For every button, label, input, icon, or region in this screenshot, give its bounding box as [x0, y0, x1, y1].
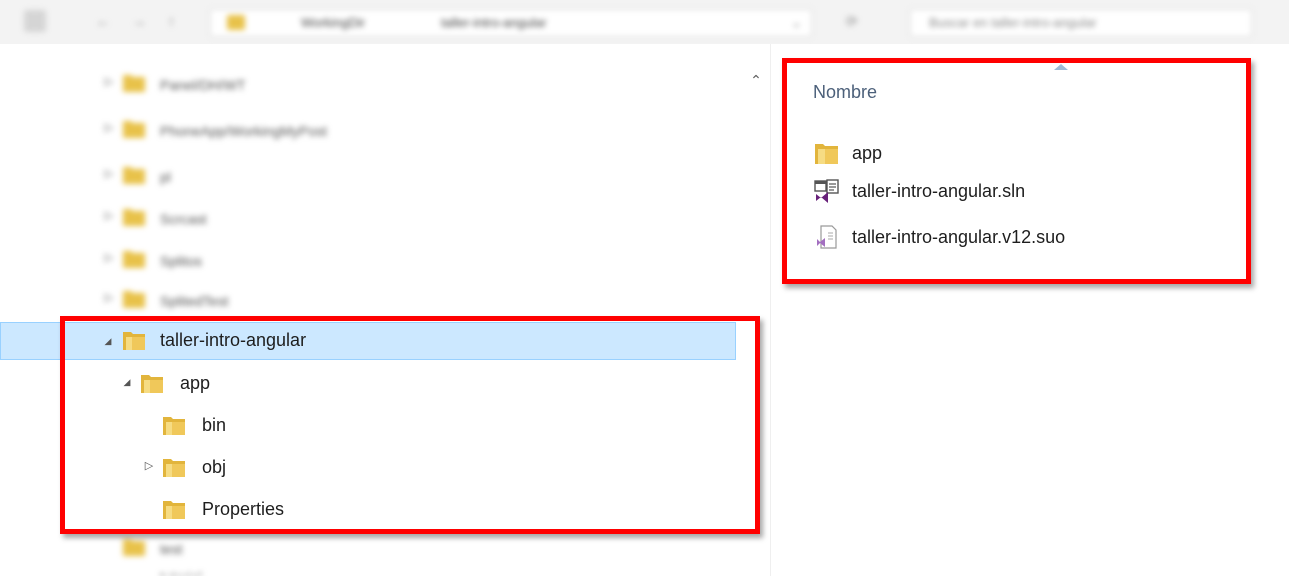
chevron-down-icon[interactable]: ⌄: [791, 15, 802, 31]
folder-icon: [122, 117, 146, 139]
forward-arrow-icon[interactable]: →: [132, 14, 146, 28]
expander-icon[interactable]: ▷: [102, 167, 116, 181]
tree-item-label: Splitos: [160, 253, 203, 269]
tree-item-label: Scrcast: [160, 211, 207, 227]
tree-item[interactable]: ▷ PhoneApp/WorkingMyPost: [0, 110, 740, 150]
expander-icon[interactable]: ▷: [102, 209, 116, 223]
tree-item-label: SplitedTest: [160, 293, 229, 309]
folder-icon: [122, 71, 146, 93]
search-placeholder: Buscar en taller-intro-angular: [929, 15, 1097, 30]
tree-item-label: PhoneApp/WorkingMyPost: [160, 123, 328, 139]
tree-item-label: tutorial: [160, 566, 202, 576]
tree-item[interactable]: ▷ Scrcast: [0, 198, 740, 238]
scroll-up-icon[interactable]: ⌃: [748, 72, 764, 88]
highlight-box-tree: [60, 316, 760, 534]
breadcrumb-item[interactable]: taller-intro-angular: [441, 15, 547, 30]
view-icon[interactable]: [24, 10, 46, 32]
folder-icon: [122, 535, 146, 557]
tree-item[interactable]: ▷ Splitos: [0, 240, 740, 280]
folder-icon: [122, 287, 146, 309]
expander-icon[interactable]: ▷: [102, 251, 116, 265]
folder-icon: [122, 247, 146, 269]
folder-icon: [122, 163, 146, 185]
tree-item[interactable]: ▷ Panel/DH/WT: [0, 64, 740, 104]
search-box[interactable]: Buscar en taller-intro-angular: [910, 9, 1252, 37]
highlight-box-file-list: [782, 58, 1251, 284]
breadcrumb-item[interactable]: WorkingDir: [301, 15, 365, 30]
up-arrow-icon[interactable]: ↑: [168, 14, 182, 28]
tree-item-label: pl: [160, 169, 171, 185]
expander-icon[interactable]: ▷: [102, 291, 116, 305]
address-toolbar: ← → ↑ WorkingDir taller-intro-angular ⌄ …: [0, 0, 1289, 45]
folder-icon: [122, 205, 146, 227]
tree-item[interactable]: tutorial: [0, 556, 740, 576]
tree-item[interactable]: ▷ pl: [0, 156, 740, 196]
folder-icon: [227, 15, 245, 30]
expander-icon[interactable]: ▷: [102, 121, 116, 135]
refresh-icon[interactable]: ⟳: [846, 14, 860, 28]
back-arrow-icon[interactable]: ←: [96, 14, 110, 28]
expander-icon[interactable]: ▷: [102, 75, 116, 89]
tree-item-label: Panel/DH/WT: [160, 77, 246, 93]
tree-item[interactable]: ▷ SplitedTest: [0, 280, 740, 320]
address-bar[interactable]: WorkingDir taller-intro-angular ⌄: [210, 9, 812, 37]
